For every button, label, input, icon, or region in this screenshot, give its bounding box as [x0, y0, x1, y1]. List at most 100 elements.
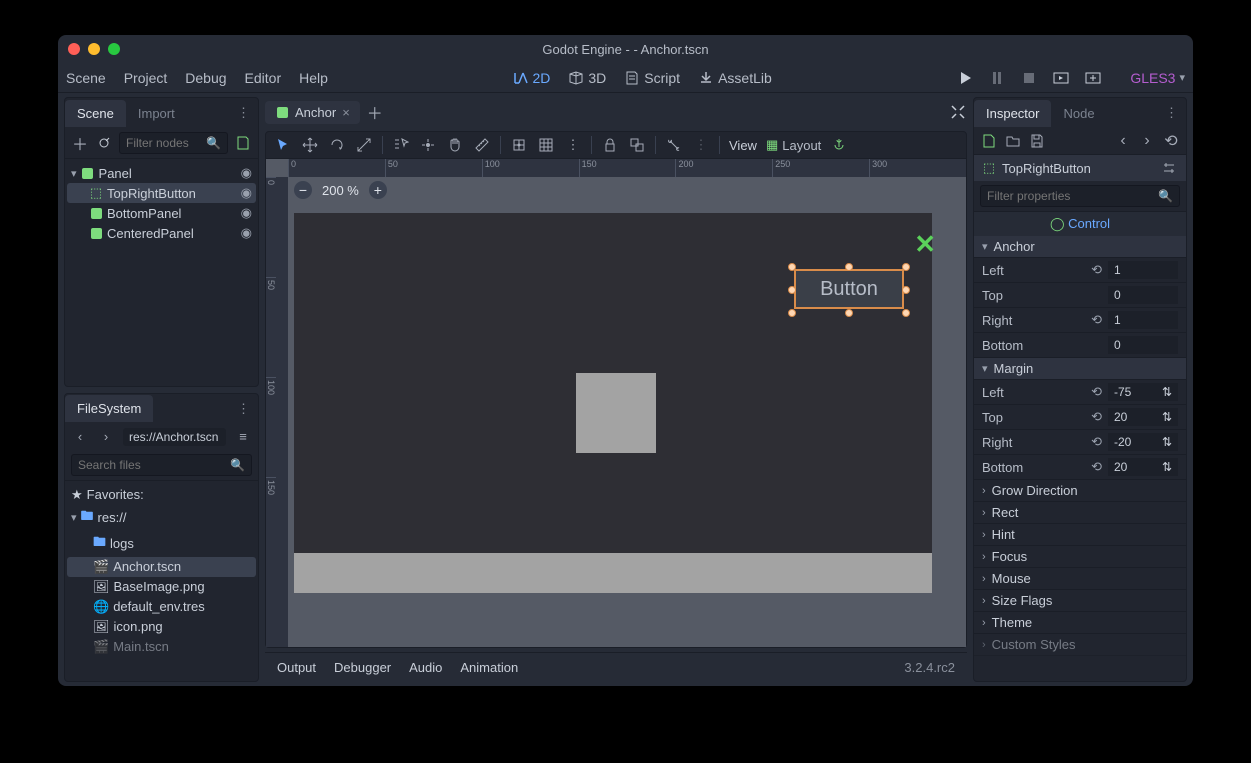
- list-select-icon[interactable]: [392, 136, 410, 154]
- scene-dock-menu-icon[interactable]: ⋮: [229, 105, 258, 121]
- select-tool-icon[interactable]: [274, 136, 292, 154]
- visibility-icon[interactable]: ◉: [241, 205, 252, 221]
- filesystem-dock-menu-icon[interactable]: ⋮: [229, 401, 258, 417]
- fs-item[interactable]: 🖿 logs: [67, 531, 256, 557]
- snap-options-icon[interactable]: ⋮: [564, 136, 582, 154]
- section-focus[interactable]: ›Focus: [974, 546, 1186, 568]
- spinner-icon[interactable]: ⇅: [1162, 385, 1172, 399]
- resize-handle[interactable]: [788, 263, 796, 271]
- zoom-in-button[interactable]: +: [369, 181, 387, 199]
- prop-value-input[interactable]: 1: [1108, 311, 1178, 329]
- layout-menu[interactable]: ▦Layout: [766, 137, 821, 153]
- bone-icon[interactable]: [665, 136, 683, 154]
- section-grow-direction[interactable]: ›Grow Direction: [974, 480, 1186, 502]
- canvas[interactable]: − 200 % + Button: [288, 177, 966, 647]
- scene-tab-anchor[interactable]: Anchor×: [265, 101, 360, 124]
- scale-tool-icon[interactable]: [355, 136, 373, 154]
- spinner-icon[interactable]: ⇅: [1162, 410, 1172, 424]
- workspace-3d-button[interactable]: 3D: [568, 70, 606, 86]
- pause-button[interactable]: [988, 69, 1006, 87]
- debugger-tab[interactable]: Debugger: [334, 660, 391, 675]
- grid-snap-icon[interactable]: [537, 136, 555, 154]
- fs-path[interactable]: res://Anchor.tscn: [123, 428, 226, 446]
- fs-item[interactable]: 🎬 Anchor.tscn: [67, 557, 256, 577]
- fs-back-icon[interactable]: ‹: [71, 428, 89, 446]
- renderer-dropdown[interactable]: GLES3 ▾: [1130, 70, 1185, 86]
- resize-handle[interactable]: [788, 309, 796, 317]
- filter-properties-input[interactable]: 🔍: [980, 185, 1180, 207]
- attach-script-icon[interactable]: [234, 134, 252, 152]
- distraction-free-icon[interactable]: [949, 103, 967, 121]
- visibility-icon[interactable]: ◉: [241, 165, 252, 181]
- revert-icon[interactable]: ⟲: [1091, 384, 1102, 400]
- section-margin[interactable]: ▾Margin: [974, 358, 1186, 380]
- revert-icon[interactable]: ⟲: [1091, 409, 1102, 425]
- class-link-control[interactable]: ◯ Control: [974, 212, 1186, 236]
- workspace-assetlib-button[interactable]: AssetLib: [698, 70, 772, 86]
- fs-forward-icon[interactable]: ›: [97, 428, 115, 446]
- fs-root[interactable]: ▾🖿 res://: [67, 505, 256, 531]
- resize-handle[interactable]: [845, 263, 853, 271]
- tab-inspector[interactable]: Inspector: [974, 100, 1051, 127]
- tab-node[interactable]: Node: [1051, 100, 1106, 127]
- fs-favorites[interactable]: ★ Favorites:: [67, 485, 256, 505]
- workspace-script-button[interactable]: Script: [624, 70, 680, 86]
- tree-node-centeredpanel[interactable]: CenteredPanel◉: [67, 223, 256, 243]
- ruler-tool-icon[interactable]: [473, 136, 491, 154]
- add-node-icon[interactable]: ＋: [71, 134, 89, 152]
- play-scene-button[interactable]: [1052, 69, 1070, 87]
- pivot-tool-icon[interactable]: [419, 136, 437, 154]
- fs-item[interactable]: 🖼 BaseImage.png: [67, 577, 256, 597]
- inspector-dock-menu-icon[interactable]: ⋮: [1157, 105, 1186, 121]
- resize-handle[interactable]: [902, 286, 910, 294]
- move-tool-icon[interactable]: [301, 136, 319, 154]
- anchor-preset-icon[interactable]: [830, 136, 848, 154]
- tree-node-bottompanel[interactable]: BottomPanel◉: [67, 203, 256, 223]
- menu-project[interactable]: Project: [124, 70, 168, 86]
- revert-icon[interactable]: ⟲: [1091, 434, 1102, 450]
- audio-tab[interactable]: Audio: [409, 660, 442, 675]
- stop-button[interactable]: [1020, 69, 1038, 87]
- play-custom-scene-button[interactable]: [1084, 69, 1102, 87]
- section-rect[interactable]: ›Rect: [974, 502, 1186, 524]
- rotate-tool-icon[interactable]: [328, 136, 346, 154]
- fs-item[interactable]: 🖼 icon.png: [67, 617, 256, 637]
- instance-scene-icon[interactable]: [95, 134, 113, 152]
- prop-value-input[interactable]: 20⇅: [1108, 458, 1178, 476]
- canvas-viewport[interactable]: 050100150200250300 050100150 − 200 % +: [266, 159, 966, 647]
- resize-handle[interactable]: [788, 286, 796, 294]
- section-theme[interactable]: ›Theme: [974, 612, 1186, 634]
- tab-filesystem[interactable]: FileSystem: [65, 395, 153, 422]
- close-tab-icon[interactable]: ×: [342, 105, 350, 120]
- workspace-2d-button[interactable]: 2D: [512, 70, 550, 86]
- load-resource-icon[interactable]: [1004, 132, 1022, 150]
- menu-help[interactable]: Help: [299, 70, 328, 86]
- history-menu-icon[interactable]: ⟲: [1162, 132, 1180, 150]
- fs-item[interactable]: 🌐 default_env.tres: [67, 597, 256, 617]
- spinner-icon[interactable]: ⇅: [1162, 435, 1172, 449]
- resize-handle[interactable]: [845, 309, 853, 317]
- prop-value-input[interactable]: 0: [1108, 336, 1178, 354]
- tab-import[interactable]: Import: [126, 100, 187, 127]
- menu-debug[interactable]: Debug: [185, 70, 226, 86]
- lock-icon[interactable]: [601, 136, 619, 154]
- section-custom-styles[interactable]: ›Custom Styles: [974, 634, 1186, 656]
- fs-view-mode-icon[interactable]: ≡: [234, 428, 252, 446]
- menu-scene[interactable]: Scene: [66, 70, 106, 86]
- fs-search-input[interactable]: 🔍: [71, 454, 252, 476]
- history-forward-icon[interactable]: ›: [1138, 132, 1156, 150]
- root-panel-rect[interactable]: Button ✕: [294, 213, 932, 593]
- revert-icon[interactable]: ⟲: [1091, 312, 1102, 328]
- resize-handle[interactable]: [902, 309, 910, 317]
- prop-value-input[interactable]: 0: [1108, 286, 1178, 304]
- prop-value-input[interactable]: -20⇅: [1108, 433, 1178, 451]
- add-scene-tab-icon[interactable]: ＋: [366, 103, 384, 121]
- filter-nodes-input[interactable]: 🔍: [119, 132, 228, 154]
- animation-tab[interactable]: Animation: [460, 660, 518, 675]
- menu-editor[interactable]: Editor: [245, 70, 282, 86]
- view-menu[interactable]: View: [729, 138, 757, 153]
- zoom-level[interactable]: 200 %: [322, 183, 359, 198]
- tab-scene[interactable]: Scene: [65, 100, 126, 127]
- new-resource-icon[interactable]: [980, 132, 998, 150]
- save-resource-icon[interactable]: [1028, 132, 1046, 150]
